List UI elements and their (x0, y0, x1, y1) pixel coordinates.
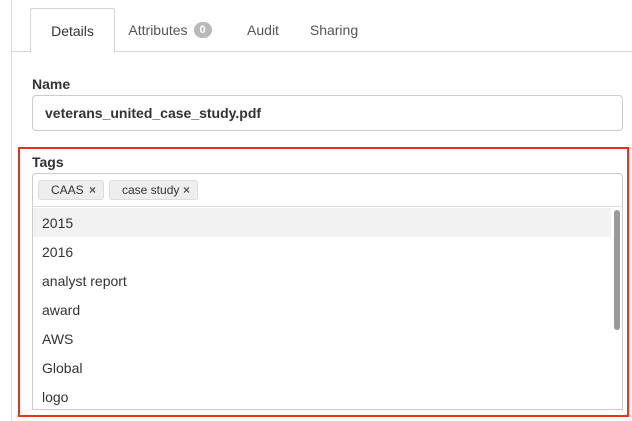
tab-details-label: Details (51, 22, 94, 39)
dropdown-option-award[interactable]: award (33, 295, 611, 324)
tags-label: Tags (32, 154, 64, 170)
dropdown-option-analyst-report[interactable]: analyst report (33, 266, 611, 295)
tab-attributes[interactable]: Attributes 0 (115, 8, 225, 52)
tab-audit-label: Audit (247, 22, 279, 38)
name-label: Name (32, 76, 71, 92)
tags-dropdown: 2015 2016 analyst report award AWS Globa… (32, 206, 623, 410)
attributes-count-badge: 0 (193, 22, 212, 38)
tab-sharing-label: Sharing (309, 22, 359, 38)
details-panel: Details Attributes 0 Audit Sharing Name … (0, 0, 632, 421)
dropdown-option-2016[interactable]: 2016 (33, 237, 611, 266)
remove-tag-icon[interactable]: × (89, 184, 96, 196)
tab-attributes-label: Attributes (128, 22, 188, 38)
tab-sharing[interactable]: Sharing (298, 8, 370, 52)
tags-input[interactable]: CAAS × case study × (32, 173, 623, 207)
tag-chip-caas: CAAS × (38, 180, 104, 200)
dropdown-option-aws[interactable]: AWS (33, 324, 611, 353)
tag-chip-label: case study (122, 183, 180, 197)
name-input[interactable]: veterans_united_case_study.pdf (32, 95, 623, 131)
dropdown-option-2015[interactable]: 2015 (33, 208, 611, 237)
panel-edge (11, 0, 12, 421)
remove-tag-icon[interactable]: × (183, 184, 190, 196)
name-input-value: veterans_united_case_study.pdf (45, 105, 262, 121)
tab-bar: Details Attributes 0 Audit Sharing (12, 0, 632, 53)
tag-chip-label: CAAS (51, 183, 84, 197)
dropdown-option-logo[interactable]: logo (33, 382, 611, 409)
tag-chip-case-study: case study × (109, 180, 198, 200)
dropdown-scrollbar[interactable] (614, 210, 620, 330)
tab-details[interactable]: Details (30, 8, 115, 53)
dropdown-option-global[interactable]: Global (33, 353, 611, 382)
tab-audit[interactable]: Audit (234, 8, 292, 52)
